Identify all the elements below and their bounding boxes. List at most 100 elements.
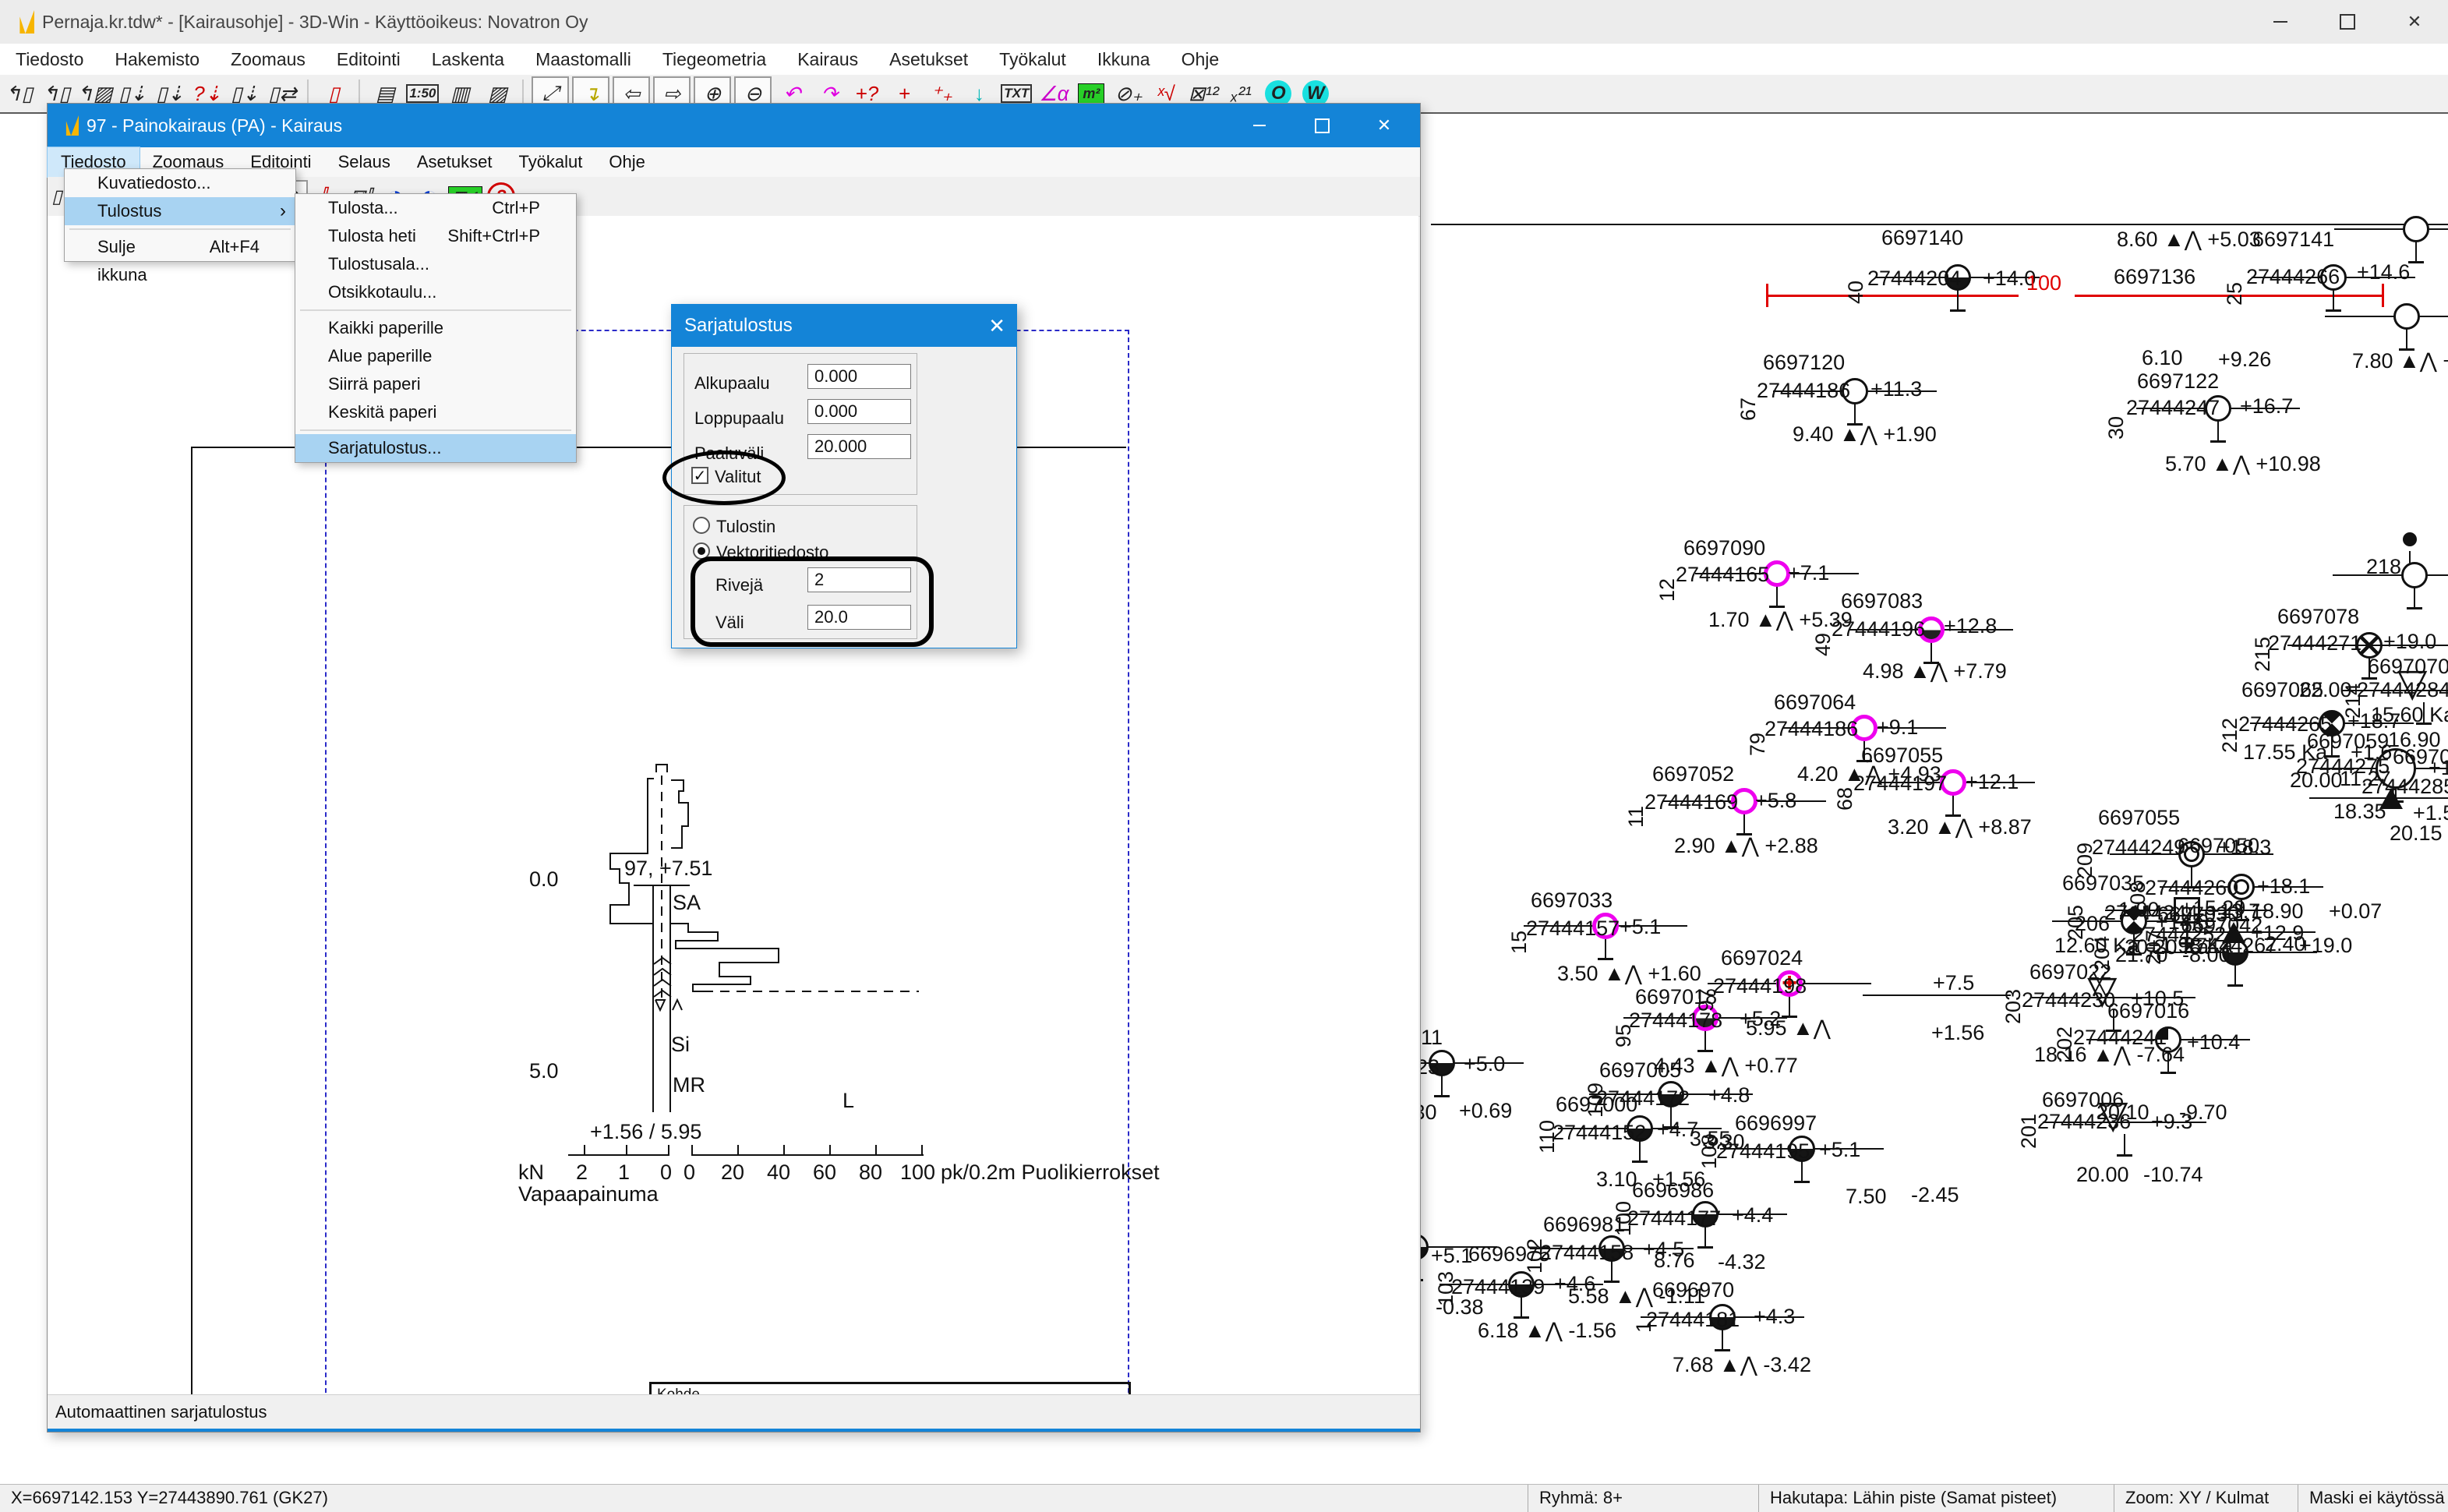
map-label: 27444186 [1764, 717, 1858, 741]
map-label: 27444247 [2126, 396, 2220, 420]
map-label: +5.1 [1620, 915, 1661, 939]
print-submenu-item[interactable] [300, 429, 571, 431]
sheet-label: 5.0 [529, 1059, 559, 1083]
child-menu-item[interactable]: Asetukset [404, 147, 506, 177]
map-label: 218 [2366, 555, 2401, 579]
status-cell: Zoom: XY / Kulmat [2114, 1485, 2298, 1512]
map-label: 25 [2223, 282, 2247, 306]
child-window-accent [48, 1429, 1420, 1432]
file-menu-item[interactable]: Tulostus› [65, 197, 295, 225]
app-window: 66971404027444204+14.08.60 ▲⋀ +5.0366971… [0, 0, 2448, 1512]
map-label: 6697022 [2029, 960, 2111, 984]
map-label: 27444169 [1644, 790, 1738, 814]
map-label: +9.26 [2218, 348, 2271, 372]
sheet-label: L [842, 1089, 854, 1113]
menu-item[interactable]: Asetukset [874, 44, 984, 75]
map-label: 3.10 [1596, 1168, 1637, 1192]
menu-item[interactable]: Maastomalli [520, 44, 647, 75]
map-label: +4.4 [1732, 1203, 1773, 1228]
map-label: 6696997 [1735, 1111, 1817, 1136]
close-button[interactable]: ✕ [2381, 0, 2448, 44]
alkupaalu-label: Alkupaalu [694, 373, 770, 394]
child-minimize-button[interactable] [1228, 104, 1291, 147]
map-label: 6697018 [1635, 985, 1717, 1009]
menu-item[interactable]: Ikkuna [1082, 44, 1166, 75]
alkupaalu-field[interactable]: 0.000 [807, 364, 911, 389]
map-label: 27444204 [1867, 267, 1961, 291]
print-submenu-item[interactable] [300, 309, 571, 311]
map-label: 27444284 [2357, 678, 2448, 702]
map-label: 6697005 [1599, 1058, 1681, 1083]
map-label: 6697122 [2137, 369, 2219, 394]
dialog-close-icon[interactable]: ✕ [988, 314, 1005, 338]
maximize-button[interactable] [2314, 0, 2381, 44]
map-label: +5.2 [1740, 1007, 1781, 1031]
print-submenu-item[interactable]: Tulosta hetiShift+Ctrl+P [295, 222, 576, 250]
menu-item[interactable]: Tiegeometria [647, 44, 782, 75]
status-cell: Ryhmä: 8+ [1528, 1485, 1758, 1512]
print-submenu-item[interactable]: Keskitä paperi [295, 398, 576, 426]
map-label: +7.1 [1788, 561, 1829, 585]
map-label: 6697052 [1652, 762, 1734, 786]
map-label: 4.98 ▲⋀ +7.79 [1863, 659, 2007, 684]
menu-item[interactable]: Työkalut [984, 44, 1082, 75]
child-menu-item[interactable]: Selaus [325, 147, 404, 177]
print-submenu-item[interactable]: Alue paperille [295, 342, 576, 370]
map-label: 7.68 ▲⋀ -3.42 [1673, 1353, 1811, 1377]
print-submenu-item[interactable]: Tulosta...Ctrl+P [295, 194, 576, 222]
sheet-label: 100 [900, 1160, 935, 1185]
map-label: 18.90 [2251, 899, 2304, 924]
map-label: 27444266 [2246, 265, 2340, 289]
menu-item[interactable]: Kairaus [782, 44, 874, 75]
map-label: 6697000 [1556, 1093, 1637, 1117]
map-label: 6697120 [1763, 351, 1845, 375]
map-label: 27444177 [1627, 1206, 1721, 1231]
sheet-label: MR [673, 1073, 705, 1097]
child-close-button[interactable]: ✕ [1353, 104, 1415, 147]
map-label: -8.00 [2182, 943, 2231, 967]
loppupaalu-field[interactable]: 0.000 [807, 399, 911, 424]
child-maximize-button[interactable] [1291, 104, 1353, 147]
map-label: 27444285 [2361, 775, 2448, 799]
menu-item[interactable]: Zoomaus [215, 44, 321, 75]
toolbar-button[interactable]: ↰▯ [2, 78, 36, 109]
child-window: 97 - Painokairaus (PA) - Kairaus ✕ Tiedo… [47, 103, 1421, 1433]
print-submenu-item[interactable]: Otsikkotaulu... [295, 278, 576, 306]
map-label: 40 [1844, 281, 1868, 304]
menu-item[interactable]: Editointi [321, 44, 416, 75]
file-menu-item[interactable] [69, 228, 291, 230]
map-label: 9.40 ▲⋀ +1.90 [1793, 422, 1937, 447]
map-label: +9.3 [2151, 1110, 2192, 1134]
file-menu-item[interactable]: Kuvatiedosto... [65, 169, 295, 197]
map-label: -10.74 [2143, 1163, 2203, 1187]
tulostin-radio[interactable] [693, 517, 710, 534]
map-label: 6.18 ▲⋀ -1.56 [1478, 1319, 1616, 1343]
map-label: +5.1 [1431, 1244, 1472, 1268]
map-label: 27444196 [1832, 617, 1925, 641]
map-label: +5.0 [1464, 1052, 1505, 1076]
map-label: 27444186 [1757, 379, 1850, 403]
menu-item[interactable]: Hakemisto [99, 44, 215, 75]
child-window-title: 97 - Painokairaus (PA) - Kairaus [87, 115, 342, 136]
child-menu-item[interactable]: Työkalut [505, 147, 595, 177]
paaluvali-field[interactable]: 20.000 [807, 434, 911, 459]
file-menu-item[interactable]: Sulje ikkunaAlt+F4 [65, 233, 295, 261]
map-label: 6697136 [2114, 265, 2195, 289]
menu-item[interactable]: Tiedosto [0, 44, 99, 75]
map-label: 20.15 [2390, 821, 2443, 846]
sheet-label: 0.0 [529, 867, 559, 892]
minimize-button[interactable] [2247, 0, 2314, 44]
map-label: +0.07 [2329, 899, 2382, 924]
sheet-label: 0 [684, 1160, 695, 1185]
menu-item[interactable]: Ohje [1166, 44, 1235, 75]
child-menu-item[interactable]: Ohje [595, 147, 658, 177]
child-status-bar: Automaattinen sarjatulostus [48, 1394, 1420, 1429]
map-label: 6697055 [1861, 744, 1943, 768]
print-submenu-item[interactable]: Tulostusala... [295, 250, 576, 278]
menu-item[interactable]: Laskenta [416, 44, 520, 75]
map-label: +10.4 [2187, 1030, 2240, 1055]
print-submenu-item[interactable]: Siirrä paperi [295, 370, 576, 398]
map-label: 6697070 [2368, 655, 2448, 679]
print-submenu-item[interactable]: Sarjatulostus... [295, 434, 576, 462]
print-submenu-item[interactable]: Kaikki paperille [295, 314, 576, 342]
